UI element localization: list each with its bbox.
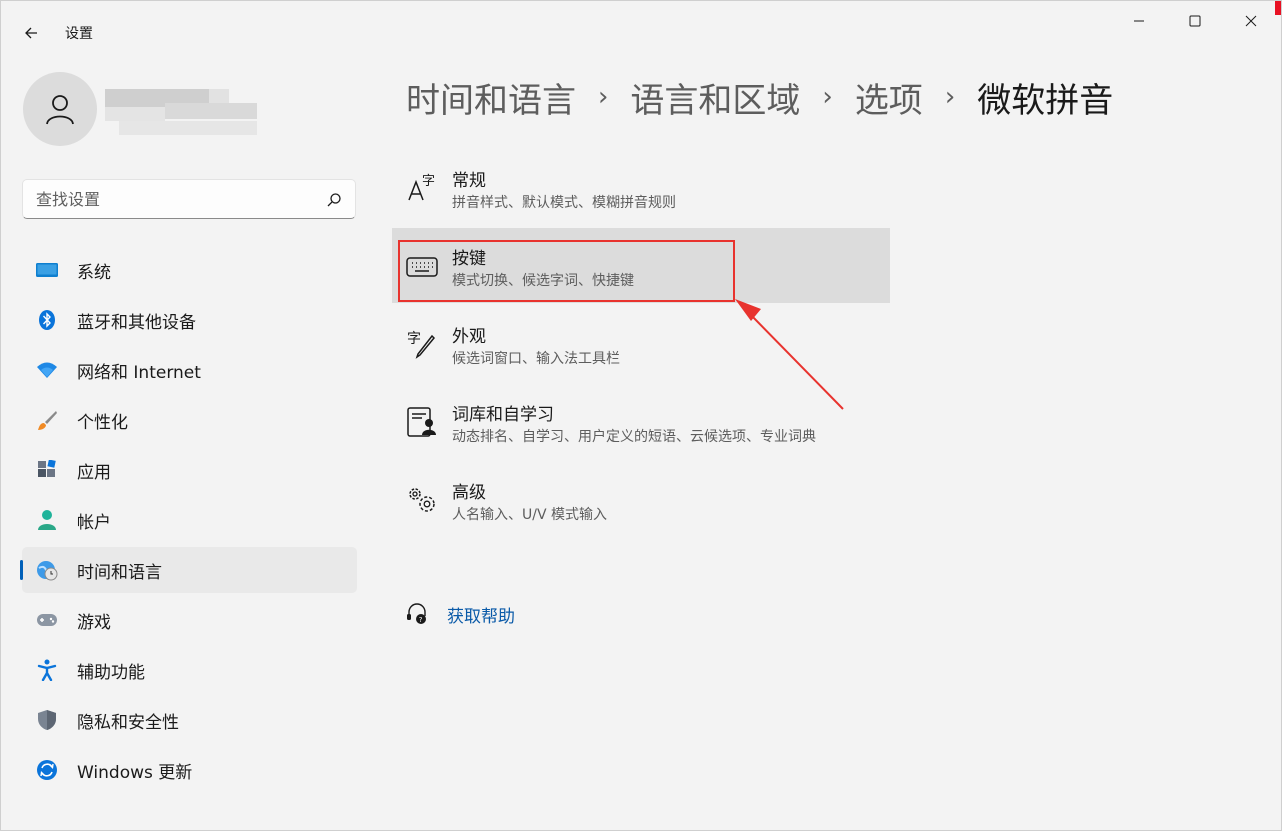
- sidebar-item-personalization[interactable]: 个性化: [22, 397, 357, 443]
- sidebar-item-label: 个性化: [77, 412, 128, 433]
- breadcrumb-separator: ›: [822, 82, 833, 112]
- wifi-icon: [35, 358, 59, 382]
- sidebar-item-gaming[interactable]: 游戏: [22, 597, 357, 643]
- help-icon: ?: [407, 603, 426, 624]
- option-appearance[interactable]: 字 外观 候选词窗口、输入法工具栏: [392, 306, 890, 381]
- option-title: 外观: [452, 327, 486, 347]
- sidebar-item-time-language[interactable]: 时间和语言: [20, 547, 357, 593]
- brush-icon: [35, 408, 59, 432]
- option-subtitle: 拼音样式、默认模式、模糊拼音规则: [452, 195, 676, 211]
- gears-icon: [409, 488, 435, 512]
- svg-text:字: 字: [422, 174, 435, 189]
- bluetooth-icon: [35, 308, 59, 332]
- option-subtitle: 人名输入、U/V 模式输入: [452, 507, 607, 523]
- sidebar-item-accessibility[interactable]: 辅助功能: [22, 647, 357, 693]
- sidebar-item-label: 应用: [77, 462, 111, 483]
- system-icon: [35, 258, 59, 282]
- lexicon-icon: [407, 407, 436, 437]
- keyboard-icon: [406, 257, 438, 277]
- option-title: 高级: [452, 483, 486, 503]
- title-bar: 设置: [1, 1, 1281, 49]
- window-corner-accent: [1275, 1, 1281, 15]
- option-keys[interactable]: 按键 模式切换、候选字词、快捷键: [392, 228, 890, 303]
- breadcrumb-item-options[interactable]: 选项: [855, 73, 923, 122]
- sidebar-item-label: Windows 更新: [77, 762, 193, 783]
- back-button[interactable]: [13, 17, 49, 49]
- settings-window: 设置 查找设置 系统 蓝牙和其他设备 网络和 Internet 个性化 应用 帐…: [0, 0, 1282, 831]
- update-icon: [35, 758, 59, 782]
- sidebar-item-label: 帐户: [77, 512, 111, 533]
- apps-icon: [35, 458, 59, 482]
- sidebar-item-accounts[interactable]: 帐户: [22, 497, 357, 543]
- sidebar-item-label: 辅助功能: [77, 662, 145, 683]
- blurred-user-name: [105, 89, 257, 137]
- sidebar-item-system[interactable]: 系统: [22, 247, 357, 293]
- svg-text:字: 字: [407, 331, 421, 347]
- minimize-icon: [1134, 20, 1144, 22]
- sidebar-item-label: 网络和 Internet: [77, 362, 201, 383]
- svg-text:?: ?: [419, 616, 423, 624]
- search-box: [22, 179, 356, 219]
- maximize-icon: [1189, 15, 1201, 27]
- char-pen-icon: 字: [407, 331, 436, 359]
- sidebar-item-label: 游戏: [77, 612, 111, 633]
- gamepad-icon: [35, 608, 59, 632]
- sidebar-item-label: 蓝牙和其他设备: [77, 312, 196, 333]
- account-icon: [35, 508, 59, 532]
- sidebar-item-bluetooth[interactable]: 蓝牙和其他设备: [22, 297, 357, 343]
- breadcrumb-separator: ›: [944, 82, 956, 112]
- page-title: 微软拼音: [977, 80, 1114, 121]
- avatar[interactable]: [23, 72, 97, 146]
- get-help-label: 获取帮助: [447, 606, 515, 627]
- get-help-link[interactable]: ? 获取帮助: [405, 599, 515, 629]
- app-title: 设置: [65, 26, 93, 42]
- breadcrumb-item-language-region[interactable]: 语言和区域: [630, 73, 800, 122]
- accessibility-icon: [35, 658, 59, 682]
- option-advanced[interactable]: 高级 人名输入、U/V 模式输入: [392, 462, 890, 537]
- minimize-button[interactable]: [1111, 1, 1167, 41]
- sidebar-item-network[interactable]: 网络和 Internet: [22, 347, 357, 393]
- sidebar-item-apps[interactable]: 应用: [22, 447, 357, 493]
- option-subtitle: 模式切换、候选字词、快捷键: [452, 273, 634, 289]
- breadcrumb-item-time-language[interactable]: 时间和语言: [406, 73, 576, 122]
- person-icon: [46, 95, 74, 125]
- sidebar-item-privacy[interactable]: 隐私和安全性: [22, 697, 357, 743]
- breadcrumb: 时间和语言 › 语言和区域 › 选项 › 微软拼音: [406, 73, 1113, 121]
- sidebar-item-label: 系统: [77, 262, 111, 283]
- option-title: 按键: [452, 249, 486, 269]
- time-language-icon: [35, 558, 59, 582]
- font-char-icon: 字: [408, 174, 435, 201]
- option-title: 常规: [452, 171, 486, 191]
- option-general[interactable]: 字 常规 拼音样式、默认模式、模糊拼音规则: [392, 150, 890, 225]
- sidebar-item-label: 时间和语言: [77, 562, 162, 583]
- maximize-button[interactable]: [1167, 1, 1223, 41]
- shield-icon: [35, 708, 59, 732]
- search-input[interactable]: [23, 180, 313, 218]
- option-title: 词库和自学习: [452, 405, 554, 425]
- sidebar-item-windows-update[interactable]: Windows 更新: [22, 747, 357, 793]
- option-lexicon[interactable]: 词库和自学习 动态排名、自学习、用户定义的短语、云候选项、专业词典: [392, 384, 890, 459]
- close-button[interactable]: [1223, 1, 1279, 41]
- sidebar-item-label: 隐私和安全性: [77, 712, 179, 733]
- close-icon: [1245, 15, 1257, 27]
- sidebar-nav: 系统 蓝牙和其他设备 网络和 Internet 个性化 应用 帐户 时间和语言 …: [20, 247, 357, 797]
- option-subtitle: 动态排名、自学习、用户定义的短语、云候选项、专业词典: [452, 429, 816, 445]
- back-arrow-icon: [25, 27, 37, 39]
- search-icon[interactable]: [325, 191, 343, 209]
- breadcrumb-separator: ›: [598, 82, 609, 112]
- option-subtitle: 候选词窗口、输入法工具栏: [452, 351, 620, 367]
